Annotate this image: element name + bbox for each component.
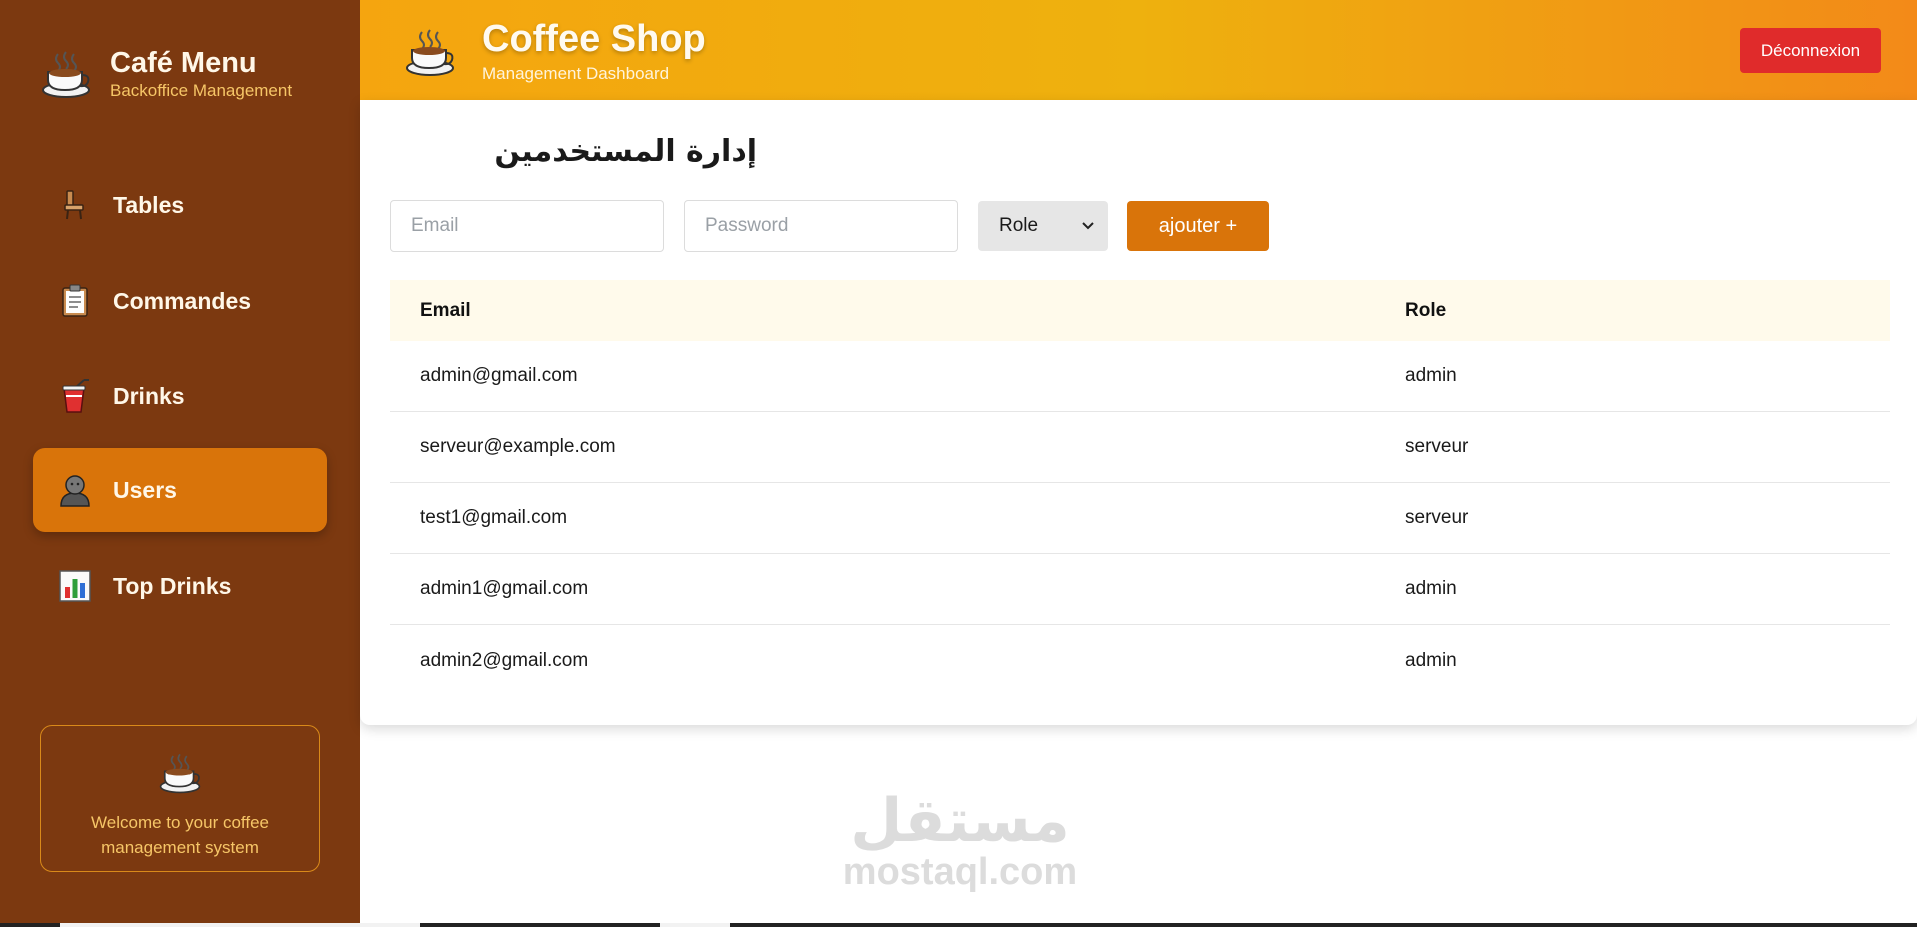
coffee-cup-icon [42,51,90,98]
coffee-cup-icon [159,753,201,794]
welcome-box: Welcome to your coffee management system [40,725,320,872]
logout-button[interactable]: Déconnexion [1740,28,1881,73]
password-field[interactable] [684,200,958,252]
role-select[interactable]: Role [978,201,1108,251]
header-title: Coffee Shop [482,18,706,60]
top-header: Coffee Shop Management Dashboard Déconne… [360,0,1917,100]
users-table: Email Role admin@gmail.com admin serveur… [390,280,1890,696]
brand-title: Café Menu [110,47,257,79]
sidebar-item-label: Top Drinks [113,572,232,599]
user-icon [59,474,91,507]
sidebar-item-tables[interactable]: Tables [33,163,327,247]
add-user-button[interactable]: ajouter + [1127,201,1269,251]
sidebar-item-top-drinks[interactable]: Top Drinks [33,544,327,628]
table-row: admin1@gmail.com admin [390,554,1890,625]
table-row: admin2@gmail.com admin [390,625,1890,696]
sidebar-item-drinks[interactable]: Drinks [33,354,327,438]
role-select-value: Role [999,215,1039,236]
row-role: admin [1405,649,1457,671]
row-role: admin [1405,578,1457,599]
chevron-down-icon [1082,222,1094,230]
brand-subtitle: Backoffice Management [110,81,293,100]
clipboard-icon [59,284,91,317]
row-email: admin1@gmail.com [420,578,589,599]
users-card: إدارة المستخدمين Role ajouter + Email Ro… [360,100,1917,725]
bar-chart-icon [59,570,91,602]
welcome-text: Welcome to your coffee management system [91,813,269,857]
bottom-edge-segment [60,923,420,927]
row-role: serveur [1405,436,1469,457]
sidebar-item-users[interactable]: Users [33,448,327,532]
row-role: admin [1405,365,1457,386]
column-header-email: Email [420,299,471,321]
bottom-edge-segment [660,923,730,927]
watermark: مستقل mostaql.com [840,790,1080,892]
column-header-role: Role [1405,299,1447,321]
page-title: إدارة المستخدمين [494,134,757,169]
watermark-latin: mostaql.com [842,851,1078,893]
cup-with-straw-icon [59,379,91,413]
row-email: admin2@gmail.com [420,649,589,671]
email-field[interactable] [390,200,664,252]
bottom-edge-bar [0,923,1917,927]
watermark-arabic: مستقل [850,786,1070,856]
table-row: test1@gmail.com serveur [390,483,1890,554]
chair-icon [59,189,91,221]
sidebar-item-label: Commandes [113,287,252,314]
sidebar-item-label: Tables [113,191,185,218]
row-email: test1@gmail.com [420,507,568,528]
table-row: admin@gmail.com admin [390,341,1890,412]
sidebar-item-label: Users [113,476,177,503]
sidebar: Café Menu Backoffice Management Tables C… [0,0,360,927]
row-role: serveur [1405,507,1469,528]
sidebar-item-commandes[interactable]: Commandes [33,259,327,343]
row-email: serveur@example.com [420,436,616,457]
row-email: admin@gmail.com [420,365,578,386]
brand: Café Menu Backoffice Management [40,46,292,102]
coffee-cup-icon [406,29,454,76]
header-subtitle: Management Dashboard [482,64,670,83]
sidebar-item-label: Drinks [113,382,185,409]
table-header: Email Role [390,280,1890,341]
table-row: serveur@example.com serveur [390,412,1890,483]
